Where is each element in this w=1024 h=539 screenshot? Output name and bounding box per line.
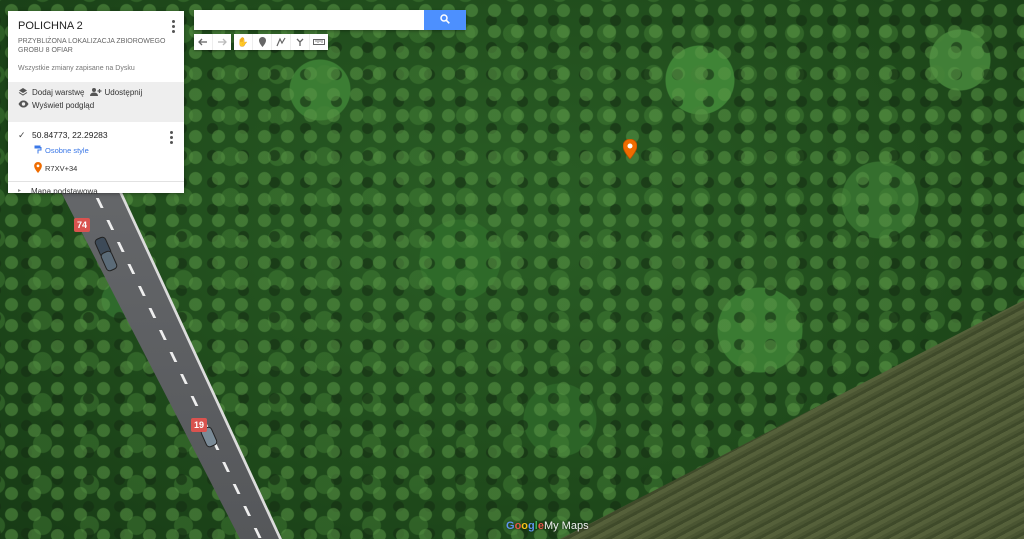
layers-icon bbox=[18, 87, 28, 97]
tools-group: ✋ bbox=[234, 34, 328, 50]
search-button[interactable] bbox=[424, 10, 466, 30]
preview-button[interactable]: Wyświetl podgląd bbox=[18, 100, 94, 110]
location-marker-icon[interactable] bbox=[622, 138, 638, 160]
place-marker-icon bbox=[34, 162, 42, 175]
save-status: Wszystkie zmiany zapisane na Dysku bbox=[18, 65, 135, 72]
map-header: POLICHNA 2 PRZYBLIŻONA LOKALIZACJA ZBIOR… bbox=[8, 11, 184, 82]
layer-options-menu-icon[interactable] bbox=[170, 131, 174, 144]
layer-section: ✓ 50.84773, 22.29283 Osobne style R7XV+3… bbox=[8, 122, 184, 182]
basemap-label: Mapa podstawowa bbox=[31, 187, 98, 196]
road-number-badge: 19 bbox=[191, 418, 207, 432]
road-number-badge: 74 bbox=[74, 218, 90, 232]
paint-roller-icon bbox=[34, 145, 42, 156]
place-label: R7XV+34 bbox=[45, 164, 78, 173]
layer-title[interactable]: 50.84773, 22.29283 bbox=[32, 130, 108, 140]
basemap-toggle[interactable]: ▸ Mapa podstawowa bbox=[8, 182, 184, 201]
add-person-icon bbox=[90, 87, 102, 97]
expand-arrow-icon: ▸ bbox=[18, 188, 22, 194]
draw-line-icon[interactable] bbox=[272, 34, 291, 50]
individual-styles-link[interactable]: Osobne style bbox=[34, 145, 174, 156]
map-options-menu-icon[interactable] bbox=[172, 20, 176, 33]
eye-icon bbox=[18, 100, 29, 110]
logo-my-maps: My Maps bbox=[543, 520, 589, 532]
search-bar bbox=[194, 10, 466, 30]
ruler-icon[interactable] bbox=[310, 34, 328, 50]
map-title[interactable]: POLICHNA 2 bbox=[18, 20, 174, 32]
preview-label: Wyświetl podgląd bbox=[32, 100, 95, 110]
add-layer-button[interactable]: Dodaj warstwę bbox=[18, 87, 84, 97]
map-toolbar: ✋ bbox=[194, 34, 328, 50]
share-label: Udostępnij bbox=[104, 87, 143, 97]
undo-icon[interactable] bbox=[194, 34, 213, 50]
search-input[interactable] bbox=[194, 10, 424, 30]
history-group bbox=[194, 34, 231, 50]
search-icon bbox=[440, 11, 450, 29]
add-layer-label: Dodaj warstwę bbox=[32, 87, 85, 97]
individual-styles-label: Osobne style bbox=[45, 146, 89, 155]
google-my-maps-logo: GoogleMy Maps bbox=[506, 520, 589, 532]
map-legend-panel: POLICHNA 2 PRZYBLIŻONA LOKALIZACJA ZBIOR… bbox=[8, 11, 184, 196]
share-button[interactable]: Udostępnij bbox=[90, 87, 142, 97]
map-actions: Dodaj warstwę Udostępnij Wyświetl podglą… bbox=[8, 82, 184, 122]
map-description[interactable]: PRZYBLIŻONA LOKALIZACJA ZBIOROWEGO GROBU… bbox=[18, 37, 168, 55]
redo-icon[interactable] bbox=[213, 34, 231, 50]
marker-icon[interactable] bbox=[253, 34, 272, 50]
place-list-item[interactable]: R7XV+34 bbox=[34, 162, 174, 175]
hand-icon[interactable]: ✋ bbox=[234, 34, 253, 50]
directions-icon[interactable] bbox=[291, 34, 310, 50]
layer-visibility-checkbox-icon[interactable]: ✓ bbox=[18, 130, 27, 140]
logo-google: Google bbox=[506, 520, 544, 532]
